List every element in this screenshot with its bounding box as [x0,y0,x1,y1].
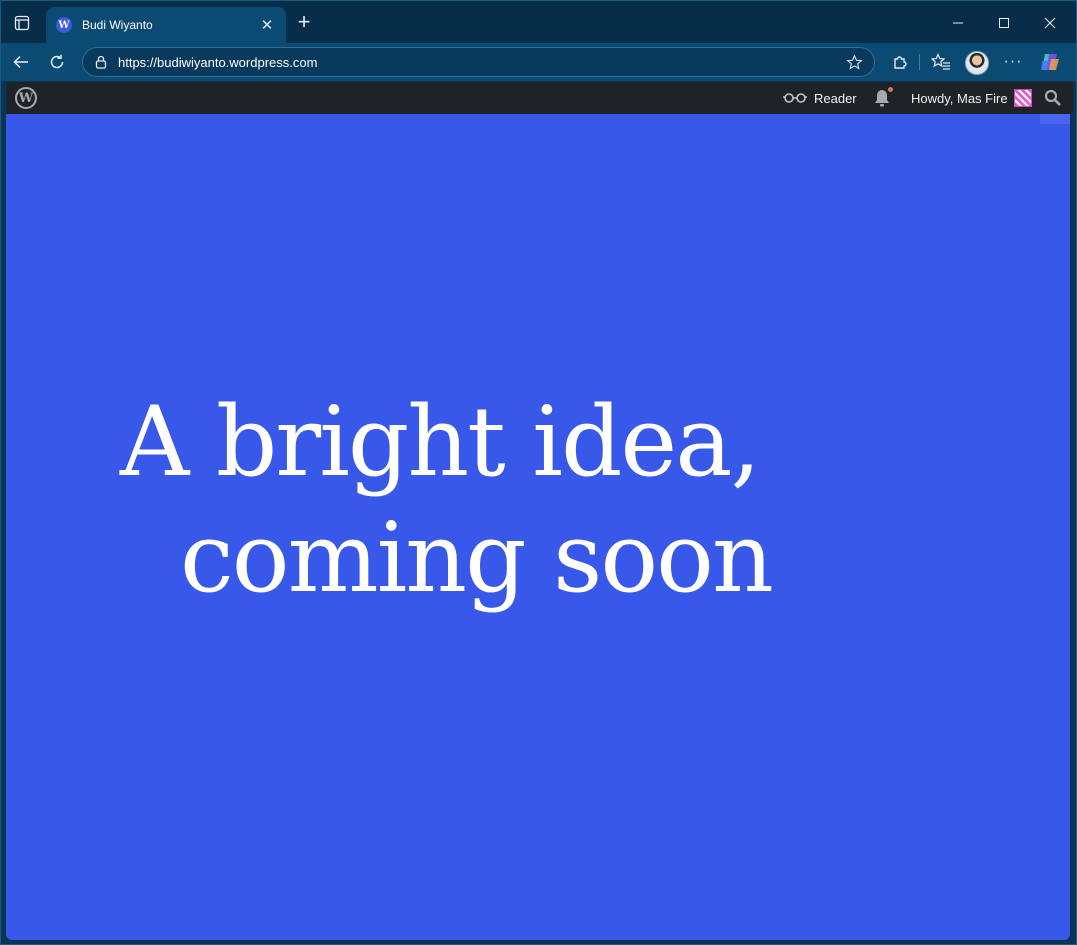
more-options-icon[interactable]: ··· [1002,51,1024,73]
notification-badge [887,86,894,93]
address-bar[interactable]: https://budiwiyanto.wordpress.com [82,47,875,77]
howdy-label: Howdy, Mas Fire [911,90,1008,106]
url-text[interactable]: https://budiwiyanto.wordpress.com [118,55,844,70]
profile-avatar[interactable] [965,51,989,75]
reader-glasses-icon [783,93,807,103]
user-avatar [1013,89,1032,107]
minimize-icon[interactable] [936,9,980,37]
coming-soon-headline: A bright idea, coming soon [120,384,840,616]
extensions-puzzle-icon[interactable] [889,51,911,73]
browser-toolbar: https://budiwiyanto.wordpress.com ··· [1,43,1076,81]
reload-icon[interactable] [43,48,71,76]
tab-strip: W Budi Wiyanto ✕ + [1,1,1076,43]
favorites-icon[interactable] [930,51,952,73]
copilot-icon[interactable] [1039,51,1061,73]
headline-line-1: A bright idea, [120,386,761,498]
lock-icon[interactable] [93,54,109,70]
wordpress-logo-icon[interactable]: W [15,87,37,109]
toolbar-separator [919,54,920,70]
maximize-icon[interactable] [982,9,1026,37]
search-icon[interactable] [1044,89,1062,107]
scroll-indicator [1040,114,1070,124]
favorite-star-icon[interactable] [844,52,864,72]
close-window-icon[interactable] [1028,9,1072,37]
reader-link[interactable]: Reader [783,82,857,114]
tab-actions-icon[interactable] [9,11,35,35]
wp-admin-bar: W Reader Howdy, Mas Fire [6,82,1073,114]
close-tab-icon[interactable]: ✕ [258,16,276,34]
reader-label: Reader [814,90,857,106]
new-tab-button[interactable]: + [293,11,315,34]
wordpress-icon: W [56,17,72,33]
back-arrow-icon[interactable] [7,48,35,76]
browser-window: W Budi Wiyanto ✕ + https://budiwiyanto.w… [0,0,1077,945]
headline-line-2: coming soon [180,502,774,614]
tab-title: Budi Wiyanto [82,18,153,32]
tab-active[interactable]: W Budi Wiyanto ✕ [46,7,286,43]
page-content: A bright idea, coming soon [6,114,1070,940]
account-menu[interactable]: Howdy, Mas Fire [911,82,1032,114]
